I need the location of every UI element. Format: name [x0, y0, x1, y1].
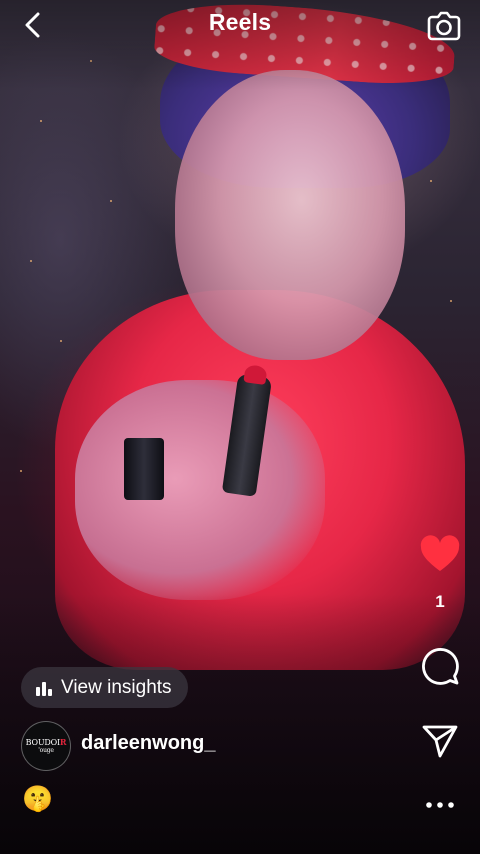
bottom-gradient — [0, 594, 480, 854]
camera-button[interactable] — [426, 7, 462, 43]
paper-plane-icon — [421, 723, 459, 759]
lipstick-cap — [124, 438, 164, 500]
username-link[interactable]: darleenwong_ — [81, 732, 215, 755]
heart-filled-icon — [419, 535, 461, 573]
share-button[interactable] — [418, 719, 462, 763]
camera-icon — [427, 9, 461, 41]
reel-video-frame[interactable] — [0, 0, 480, 854]
like-button[interactable] — [418, 532, 462, 576]
video-subject-hands — [75, 380, 325, 600]
more-horizontal-icon — [425, 801, 455, 809]
view-insights-button[interactable]: View insights — [21, 667, 188, 708]
bar-chart-icon — [35, 680, 53, 696]
more-options-button[interactable] — [418, 783, 462, 827]
video-subject-face — [175, 70, 405, 360]
back-button[interactable] — [18, 10, 48, 40]
like-count[interactable]: 1 — [420, 592, 460, 612]
page-title: Reels — [208, 9, 272, 35]
view-insights-label: View insights — [61, 676, 172, 698]
avatar[interactable]: BOUDOIR 'ouge — [21, 721, 71, 771]
avatar-brand-logo-tail: 'ouge — [38, 746, 54, 754]
comment-bubble-icon — [420, 646, 460, 686]
chevron-left-icon — [24, 12, 42, 38]
caption-emoji[interactable]: 🤫 — [22, 783, 53, 815]
comment-button[interactable] — [418, 644, 462, 688]
